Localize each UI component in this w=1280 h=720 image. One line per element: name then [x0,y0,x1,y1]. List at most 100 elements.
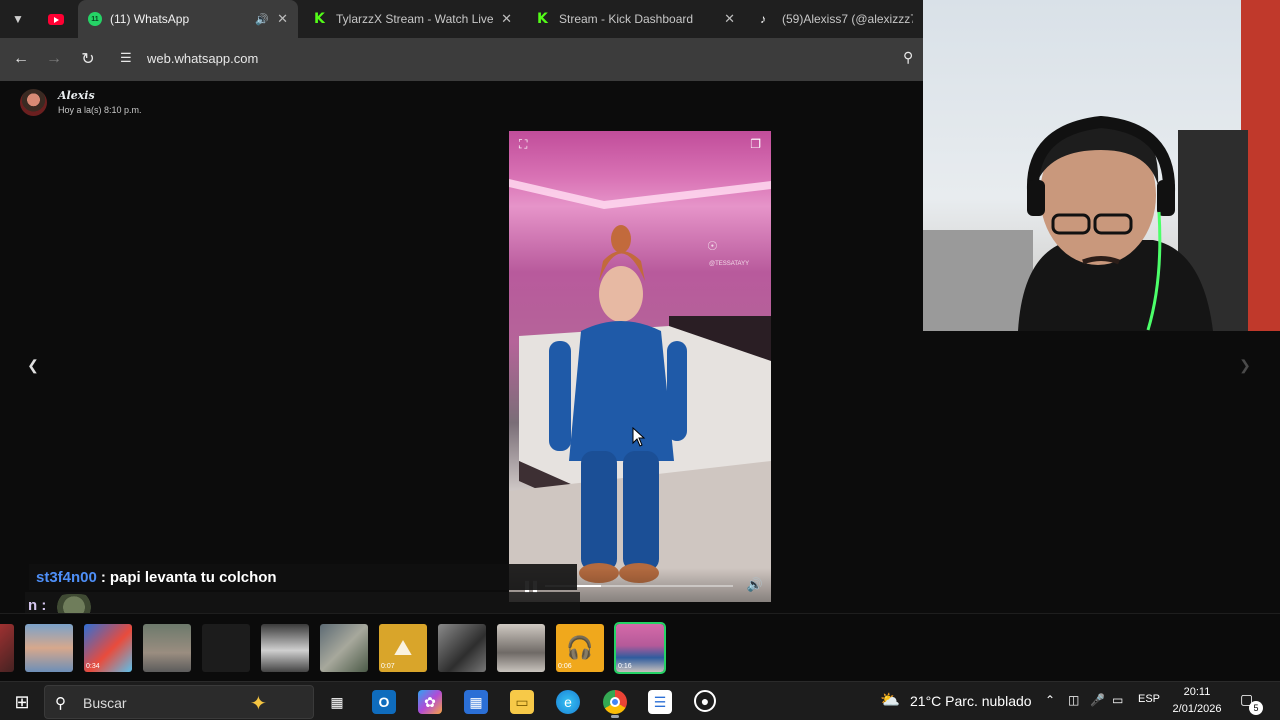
volume-icon[interactable]: 🔊 [747,577,763,593]
taskbar-obs[interactable]: ● [694,690,716,712]
kick-icon: K [314,11,325,27]
weather-partly-cloudy-icon[interactable]: ⛅ [880,690,900,710]
chevron-down-icon: ▼ [12,12,24,26]
windows-start-button[interactable]: ⊞ [10,690,34,714]
kick-icon: K [537,11,548,27]
network-icon[interactable]: ▭ [1112,693,1123,707]
tab-tiktok[interactable]: ♪ (59)Alexiss7 (@alexizzz7_) | Ti [750,0,923,38]
arrow-right-icon: → [46,50,62,67]
task-view-button[interactable]: ▦ [325,690,349,714]
copilot-icon: ✿ [424,693,436,710]
site-info-icon[interactable]: ☰ [120,50,136,66]
usb-device-icon[interactable]: ◫ [1068,693,1079,707]
video-frame [509,179,771,602]
next-media-button[interactable]: ❯ [1236,357,1254,375]
tab-kick-dashboard[interactable]: K Stream - Kick Dashboard ✕ [527,0,745,38]
chat-username: st3f4n00 [36,568,97,586]
media-thumbnail[interactable] [320,624,368,672]
sent-timestamp: Hoy a la(s) 8:10 p.m. [58,105,142,115]
pinned-tab-youtube[interactable] [44,7,68,31]
stream-chat-message: st3f4n00 : papi levanta tu colchon [29,564,577,590]
webcam-frame [923,0,1280,331]
tab-title: Stream - Kick Dashboard [559,12,694,26]
video-duration: 0:34 [86,663,100,670]
speaker-icon[interactable]: 🔊 [255,13,269,26]
expand-icon[interactable]: ⛶ [519,137,527,152]
chrome-icon [610,697,620,707]
folder-icon: ▭ [515,693,529,710]
notification-count-badge: 5 [1249,701,1263,715]
address-bar[interactable]: web.whatsapp.com [147,51,258,66]
taskbar-search-box[interactable]: ⚲ Buscar ✦ [44,685,314,719]
taskbar-chrome[interactable] [603,690,627,718]
media-viewer-right [923,331,1280,613]
video-duration: 0:07 [381,663,395,670]
reload-button[interactable]: ↻ [77,48,99,70]
weather-text[interactable]: 21°C Parc. nublado [910,693,1032,709]
taskbar-outlook[interactable]: O [372,690,396,714]
microphone-icon[interactable]: 🎤 [1090,693,1105,707]
browser-toolbar: ← → ↻ ☰ web.whatsapp.com ⚲ [0,38,923,81]
popout-icon[interactable]: ❐ [750,137,761,151]
screen: ▼ 11 (11) WhatsApp 🔊 ✕ K TylarzzX Stream… [0,0,1280,720]
tab-title: (59)Alexiss7 (@alexizzz7_) | Ti [782,12,913,26]
media-thumbnail[interactable] [25,624,73,672]
forward-button[interactable]: → [43,48,65,70]
tab-kick-stream[interactable]: K TylarzzX Stream - Watch Live or ✕ [304,0,522,38]
chat-username: n : [28,596,47,614]
close-icon[interactable]: ✕ [501,11,512,27]
media-thumbnail[interactable]: ⛰ 0:07 [379,624,427,672]
close-icon[interactable]: ✕ [277,11,288,27]
back-button[interactable]: ← [10,48,32,70]
reload-icon: ↻ [81,51,95,68]
instagram-icon: ☉ [707,239,718,253]
clock-date[interactable]: 2/01/2026 [1166,703,1228,715]
taskbar-copilot[interactable]: ✿ [418,690,442,714]
zoom-icon[interactable]: ⚲ [903,49,913,66]
media-thumbnail-selected[interactable]: 0:16 [614,622,666,674]
avatar[interactable] [20,89,47,116]
video-player[interactable]: ⛶ ❐ ☉ @TESSATAYY ❚❚ 🔊 [509,131,771,602]
tab-whatsapp[interactable]: 11 (11) WhatsApp 🔊 ✕ [78,0,298,38]
media-thumbnail[interactable] [497,624,545,672]
tab-search-button[interactable]: ▼ [6,7,30,31]
media-thumbnail[interactable]: 0:34 [84,624,132,672]
tab-title: (11) WhatsApp [110,12,190,26]
previous-media-button[interactable]: ❮ [24,357,42,375]
language-indicator[interactable]: ESP [1138,693,1160,705]
edge-icon: e [564,694,572,710]
sender-name: Alexis [58,89,95,102]
media-thumbnail[interactable] [143,624,191,672]
chevron-left-icon: ❮ [27,357,39,373]
media-thumbnail[interactable] [0,624,14,672]
taskbar-edge[interactable]: e [556,690,580,714]
whatsapp-icon: 11 [88,12,102,26]
media-viewer: Alexis Hoy a la(s) 8:10 p.m. ❮ [0,81,923,613]
youtube-icon [48,13,64,25]
media-thumbnail[interactable] [202,624,250,672]
arrow-left-icon: ← [13,50,29,67]
audio-duration: 0:06 [558,663,572,670]
store-icon: ▦ [469,693,483,710]
media-thumbnail[interactable]: 🎧 0:06 [556,624,604,672]
search-icon: ⚲ [55,695,66,712]
windows-logo-icon: ⊞ [14,691,30,712]
close-icon[interactable]: ✕ [724,11,735,27]
search-placeholder: Buscar [83,695,127,711]
task-view-icon: ▦ [330,693,344,710]
taskbar-store[interactable]: ▦ [464,690,488,714]
media-thumbnail-strip: 0:34 ⛰ 0:07 🎧 0:06 0:16 [0,613,1280,681]
tiktok-icon: ♪ [760,12,766,26]
media-thumbnail[interactable] [438,624,486,672]
webcam-overlay [923,0,1280,331]
mouse-cursor-icon [632,427,646,447]
taskbar-notepad[interactable]: ☰ [648,690,672,714]
video-watermark-handle: @TESSATAYY [709,261,750,267]
copilot-sparkle-icon: ✦ [250,693,267,715]
browser-tab-strip: ▼ 11 (11) WhatsApp 🔊 ✕ K TylarzzX Stream… [0,0,923,38]
chevron-up-icon[interactable]: ⌃ [1045,693,1055,707]
active-app-indicator [611,715,619,718]
media-thumbnail[interactable] [261,624,309,672]
taskbar-file-explorer[interactable]: ▭ [510,690,534,714]
clock-time[interactable]: 20:11 [1170,686,1224,698]
